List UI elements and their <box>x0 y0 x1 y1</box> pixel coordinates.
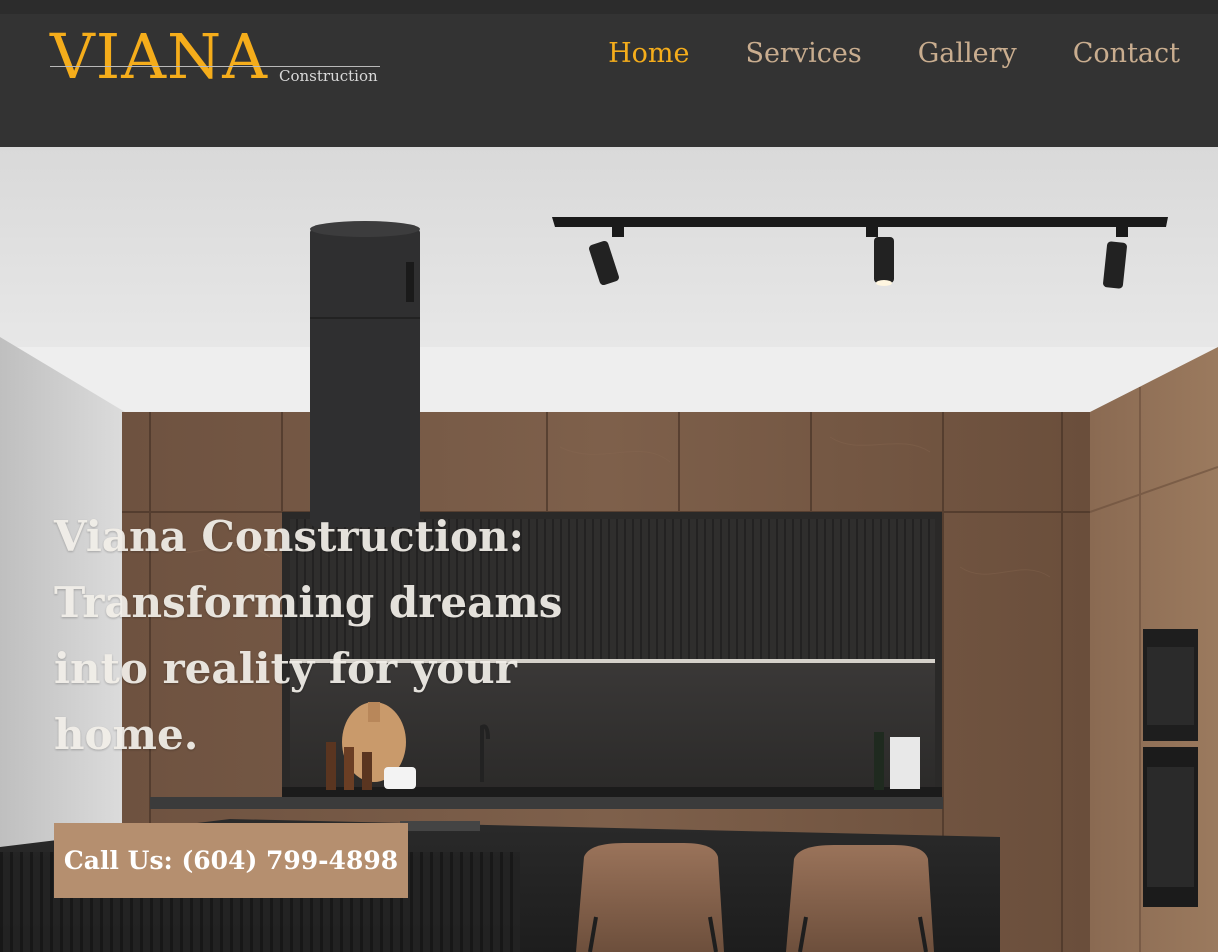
hero-headline: Viana Construction: Transforming dreams … <box>54 512 563 759</box>
brand-name: VIANA <box>50 20 269 93</box>
call-us-button[interactable]: Call Us: (604) 799-4898 <box>54 823 408 898</box>
header-top-strip <box>0 0 1218 14</box>
nav-item-contact[interactable]: Contact <box>1073 36 1180 72</box>
brand-logo[interactable]: VIANA Construction <box>50 26 382 88</box>
hero-section: Viana Construction: Transforming dreams … <box>0 147 1218 952</box>
main-nav: Home Services Gallery Contact <box>608 36 1180 72</box>
nav-item-home[interactable]: Home <box>608 36 689 72</box>
site-header: VIANA Construction Home Services Gallery… <box>0 0 1218 147</box>
brand-tagline: Construction <box>279 67 378 85</box>
nav-item-gallery[interactable]: Gallery <box>918 36 1017 72</box>
nav-item-services[interactable]: Services <box>745 36 861 72</box>
